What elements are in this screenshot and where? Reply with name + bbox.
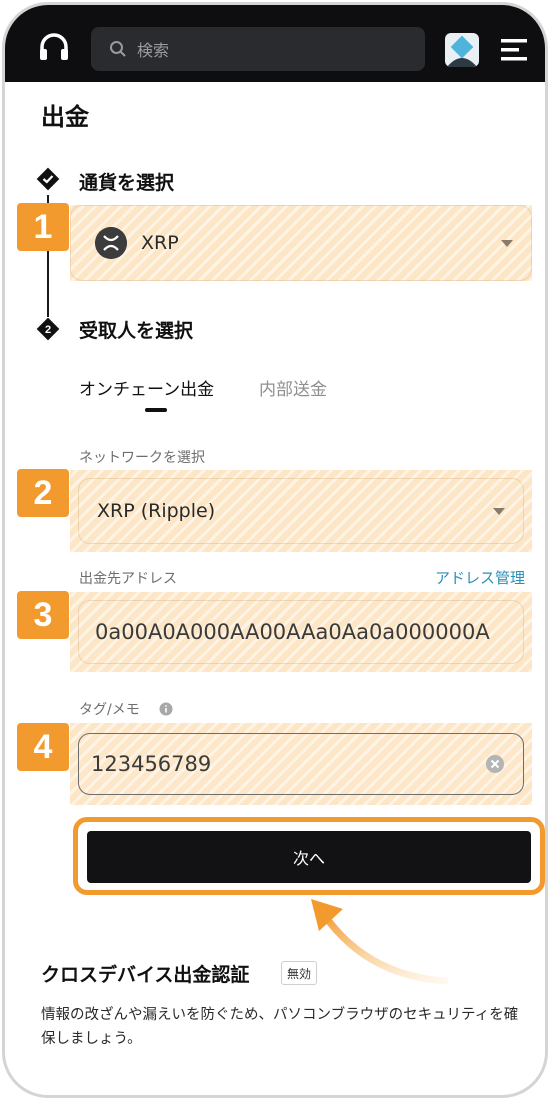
memo-value: 123456789 [91,752,212,776]
memo-highlight: 123456789 [70,723,532,805]
cross-device-description: 情報の改ざんや漏えいを防ぐため、パソコンブラウザのセキュリティを確保しましょう。 [41,1007,519,1047]
svg-text:2: 2 [45,324,51,336]
address-value: 0a00A0A000AA00AAa0Aa0a000000A [95,620,490,644]
next-button[interactable]: 次へ [87,831,531,883]
top-navigation-bar: 検索 [5,5,545,82]
tab-internal-transfer[interactable]: 内部送金 [259,375,327,400]
search-input[interactable]: 検索 [137,37,169,61]
phone-frame: 検索 出金 2 通貨を選択 受取人を選択 XRP 1 オンチェーン出金 内部送金… [2,2,548,1098]
network-label: ネットワークを選択 [79,450,205,466]
search-icon [110,41,126,57]
callout-badge-4: 4 [17,723,69,771]
callout-badge-3: 3 [17,591,69,639]
status-badge: 無効 [281,961,318,985]
tab-onchain-withdraw[interactable]: オンチェーン出金 [79,375,214,400]
cross-device-title: クロスデバイス出金認証 [41,964,250,986]
info-icon[interactable] [159,702,173,716]
page-title: 出金 [41,103,89,131]
network-select[interactable]: XRP (Ripple) [78,478,524,544]
currency-select[interactable]: XRP [70,205,532,281]
memo-label: タグ/メモ [79,702,140,718]
step-two-icon: 2 [36,317,60,341]
callout-badge-2: 2 [17,469,69,517]
network-highlight: XRP (Ripple) [70,470,532,552]
callout-badge-1: 1 [17,203,69,251]
active-tab-indicator [145,408,167,412]
chevron-down-icon [501,240,513,247]
address-label: 出金先アドレス [79,571,177,587]
address-manage-link[interactable]: アドレス管理 [435,567,525,588]
currency-highlight: XRP [70,205,532,281]
step-one-title: 通貨を選択 [79,172,175,194]
avatar[interactable] [445,33,479,67]
pointer-arrow-icon [311,899,449,985]
headset-support-icon[interactable] [37,31,71,65]
clear-input-icon[interactable] [485,754,505,774]
step-two-title: 受取人を選択 [79,320,194,342]
hamburger-menu-icon[interactable] [501,38,527,62]
memo-input[interactable]: 123456789 [78,733,524,795]
address-highlight: 0a00A0A000AA00AAa0Aa0a000000A [70,592,532,672]
xrp-coin-icon [95,227,127,259]
currency-value: XRP [141,232,179,254]
search-bar[interactable]: 検索 [91,27,425,71]
address-input[interactable]: 0a00A0A000AA00AAa0Aa0a000000A [78,600,524,664]
chevron-down-icon [493,508,505,515]
network-value: XRP (Ripple) [97,500,216,522]
step-check-icon [36,167,60,191]
